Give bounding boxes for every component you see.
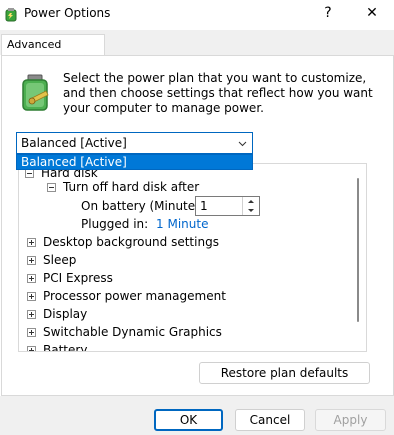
expand-icon[interactable] bbox=[27, 292, 36, 301]
spin-down-icon[interactable] bbox=[243, 206, 259, 215]
tree-item-label: Processor power management bbox=[43, 289, 226, 303]
expand-icon[interactable] bbox=[27, 310, 36, 319]
help-button[interactable]: ? bbox=[305, 0, 351, 26]
expand-icon[interactable] bbox=[27, 328, 36, 337]
window-title: Power Options bbox=[24, 6, 111, 20]
on-battery-label: On battery (Minute): bbox=[81, 199, 204, 213]
settings-tree[interactable]: Hard disk Turn off hard disk after On ba… bbox=[18, 163, 367, 352]
on-battery-minutes-spinbox[interactable]: 1 bbox=[195, 196, 260, 216]
tree-scrollbar[interactable] bbox=[352, 174, 362, 350]
expand-icon[interactable] bbox=[27, 274, 36, 283]
tree-item-label: Display bbox=[43, 307, 88, 321]
power-plan-dropdown[interactable]: Balanced [Active] bbox=[16, 132, 253, 154]
collapse-icon[interactable] bbox=[25, 169, 34, 178]
tree-item-label: Battery bbox=[43, 343, 88, 352]
title-bar: Power Options ? ✕ bbox=[0, 0, 394, 30]
tree-item-label: Turn off hard disk after bbox=[63, 180, 200, 194]
tree-item-label: Switchable Dynamic Graphics bbox=[43, 325, 222, 339]
tree-item-on-battery: On battery (Minute): bbox=[81, 197, 204, 215]
cancel-button[interactable]: Cancel bbox=[235, 409, 305, 431]
expand-icon[interactable] bbox=[27, 238, 36, 247]
tree-item-label: Desktop background settings bbox=[43, 235, 219, 249]
tab-advanced-settings[interactable]: Advanced settings bbox=[1, 34, 105, 70]
spin-up-icon[interactable] bbox=[243, 197, 259, 206]
tree-item-label: Sleep bbox=[43, 253, 77, 267]
power-plan-option[interactable]: Balanced [Active] bbox=[16, 154, 253, 170]
restore-plan-defaults-button[interactable]: Restore plan defaults bbox=[199, 362, 370, 384]
expand-icon[interactable] bbox=[27, 346, 36, 351]
plugged-in-label: Plugged in: bbox=[81, 217, 149, 231]
apply-button[interactable]: Apply bbox=[315, 409, 386, 431]
tab-strip: Advanced settings bbox=[0, 30, 394, 70]
close-button[interactable]: ✕ bbox=[349, 0, 394, 26]
ok-button[interactable]: OK bbox=[154, 409, 223, 431]
chevron-down-icon bbox=[238, 141, 247, 147]
on-battery-minutes-value[interactable]: 1 bbox=[200, 198, 208, 214]
spin-buttons bbox=[242, 197, 259, 215]
intro-text: Select the power plan that you want to c… bbox=[63, 71, 373, 115]
power-options-icon bbox=[5, 8, 17, 22]
expand-icon[interactable] bbox=[27, 256, 36, 265]
power-plan-selected-value: Balanced [Active] bbox=[21, 136, 127, 150]
tree-item-label: PCI Express bbox=[43, 271, 113, 285]
battery-plan-icon bbox=[22, 74, 49, 111]
scrollbar-thumb[interactable] bbox=[357, 178, 359, 322]
tree-item-plugged-in: Plugged in: 1 Minute bbox=[81, 215, 208, 233]
plugged-in-value-link[interactable]: 1 Minute bbox=[156, 217, 208, 231]
collapse-icon[interactable] bbox=[47, 183, 56, 192]
